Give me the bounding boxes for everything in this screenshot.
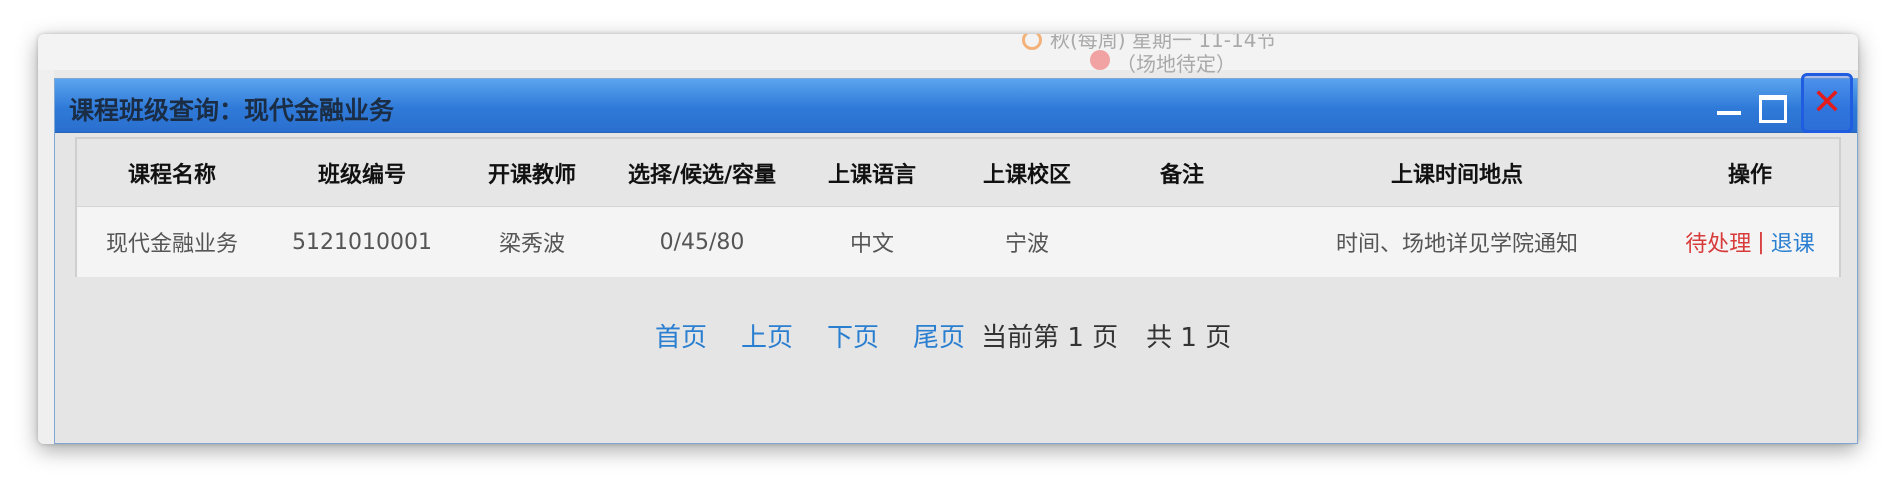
header-operation: 操作 [1727, 162, 1772, 188]
maximize-button[interactable] [1749, 79, 1793, 133]
class-table: 课程名称 班级编号 开课教师 选择/候选/容量 上课语言 上课校区 备注 上课时… [75, 137, 1841, 277]
background-left-edge [38, 70, 54, 444]
total-pages-text: 共 1 页 [1146, 322, 1232, 353]
location-text: （场地待定） [1116, 52, 1236, 76]
dialog-titlebar[interactable]: 课程班级查询：现代金融业务 ✕ [55, 73, 1857, 133]
cell-language: 中文 [849, 232, 894, 257]
header-language: 上课语言 [827, 162, 916, 188]
header-capacity: 选择/候选/容量 [627, 162, 777, 188]
header-campus: 上课校区 [982, 162, 1071, 188]
close-button[interactable]: ✕ [1801, 73, 1853, 133]
close-icon: ✕ [1811, 82, 1843, 123]
last-page-link[interactable]: 尾页 [913, 317, 965, 354]
dialog-title: 课程班级查询：现代金融业务 [69, 96, 395, 125]
cell-class-no: 5121010001 [292, 229, 432, 255]
minimize-button[interactable] [1705, 79, 1749, 133]
pagination: 首页 上页 下页 尾页 当前第 1 页 共 1 页 [655, 315, 1259, 355]
cell-teacher: 梁秀波 [498, 232, 565, 257]
operation-separator: | [1757, 229, 1765, 255]
header-class-no: 班级编号 [317, 162, 406, 188]
clock-icon [1022, 34, 1042, 50]
course-class-dialog: 课程班级查询：现代金融业务 ✕ 课程名称 班级编号 开课教师 选择/候选/容量 … [54, 73, 1858, 444]
cell-time-place: 时间、场地详见学院通知 [1335, 232, 1578, 257]
header-teacher: 开课教师 [487, 162, 576, 188]
next-page-link[interactable]: 下页 [827, 317, 879, 354]
cell-operation: 待处理 | 退课 [1657, 207, 1843, 277]
cell-course-name: 现代金融业务 [105, 232, 238, 257]
drop-course-link[interactable]: 退课 [1771, 226, 1815, 258]
header-course-name: 课程名称 [127, 162, 216, 188]
header-note: 备注 [1159, 162, 1204, 188]
table-row: 现代金融业务 5121010001 梁秀波 0/45/80 中文 宁波 时间、场… [77, 207, 1839, 277]
current-page-text: 当前第 1 页 [981, 322, 1119, 353]
prev-page-link[interactable]: 上页 [741, 317, 793, 354]
pending-link[interactable]: 待处理 [1685, 226, 1751, 258]
cell-campus: 宁波 [1004, 232, 1049, 257]
cell-capacity: 0/45/80 [659, 229, 745, 255]
location-pin-icon [1090, 50, 1110, 70]
background-strip: 秋(每周) 星期一 11-14节 （场地待定） [38, 34, 1858, 76]
table-header-row: 课程名称 班级编号 开课教师 选择/候选/容量 上课语言 上课校区 备注 上课时… [77, 139, 1839, 207]
header-time-place: 上课时间地点 [1390, 162, 1523, 188]
cell-note [1107, 207, 1257, 277]
first-page-link[interactable]: 首页 [655, 317, 707, 354]
